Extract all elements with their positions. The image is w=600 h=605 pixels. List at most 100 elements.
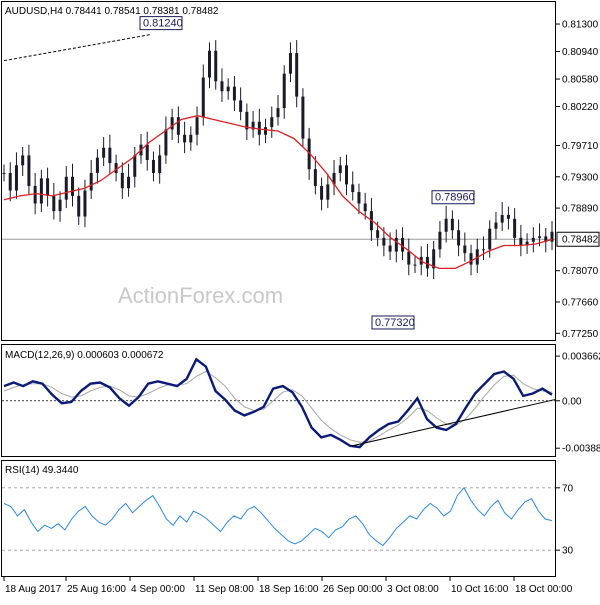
- price-annotation-label: 0.77320: [375, 317, 415, 329]
- macd-tick-label: 0.003662: [562, 352, 600, 363]
- candle-body: [71, 176, 74, 196]
- candle-body: [189, 134, 193, 143]
- candle-body: [282, 73, 286, 109]
- candle-body: [345, 165, 348, 185]
- macd-tick-label: -0.003887: [562, 444, 600, 455]
- price-tick-label: 0.81300: [562, 20, 599, 31]
- candle-body: [114, 163, 118, 173]
- candle-body: [176, 117, 180, 135]
- candle-body: [208, 50, 211, 78]
- candle-body: [58, 199, 62, 212]
- macd-layer: [2, 357, 556, 449]
- candle-body: [295, 53, 299, 97]
- candle-body: [276, 108, 280, 118]
- candle-body: [413, 264, 417, 266]
- candle-body: [494, 222, 498, 229]
- chart-svg: ActionForex.com AUDUSD,H4 0.78441 0.7854…: [1, 1, 600, 595]
- macd-signal-line: [3, 370, 553, 443]
- candle-body: [232, 86, 236, 101]
- candle-body: [8, 172, 12, 191]
- price-tick-label: 0.79710: [562, 141, 599, 152]
- rsi-tick-label: 30: [562, 546, 574, 557]
- price-tick-label: 0.80580: [562, 75, 599, 86]
- candle-body: [425, 256, 429, 269]
- rsi-panel-frame: [1, 460, 556, 577]
- candle-body: [531, 237, 535, 242]
- candle-body: [519, 237, 523, 246]
- candle-body: [201, 77, 205, 118]
- candle-body: [133, 155, 137, 177]
- candle-body: [270, 117, 274, 128]
- candle-body: [226, 86, 230, 92]
- candle-body: [27, 155, 31, 186]
- candle-body: [438, 231, 442, 250]
- rsi-label: RSI(14) 49.3440: [5, 465, 79, 476]
- candle-body: [320, 185, 324, 200]
- candle-body: [64, 176, 68, 200]
- candle-body: [457, 230, 461, 246]
- x-tick-label: 11 Sep 08:00: [195, 584, 254, 595]
- x-tick-label: 25 Aug 16:00: [67, 584, 126, 595]
- candle-body: [151, 159, 155, 173]
- candle-body: [469, 253, 473, 265]
- candle-body: [482, 249, 485, 251]
- candle-body: [500, 214, 504, 223]
- x-tick-label: 18 Oct 00:00: [515, 584, 573, 595]
- price-tick-label: 0.78890: [562, 204, 599, 215]
- candle-body: [239, 100, 243, 112]
- candle-body: [77, 195, 81, 217]
- candle-body: [120, 172, 124, 189]
- candle-body: [21, 155, 25, 166]
- candle-body: [108, 147, 112, 164]
- candle-body: [220, 81, 224, 92]
- price-tick-label: 0.78070: [562, 266, 599, 277]
- watermark: ActionForex.com: [118, 283, 283, 308]
- candle-body: [506, 214, 510, 219]
- candle-body: [288, 53, 292, 74]
- candle-body: [46, 178, 50, 196]
- candle-body: [52, 195, 56, 212]
- candle-body: [407, 251, 411, 265]
- candle-body: [145, 144, 149, 160]
- candle-body: [301, 96, 305, 139]
- x-tick-label: 26 Sep 00:00: [323, 584, 383, 595]
- x-tick-label: 10 Oct 16:00: [451, 584, 509, 595]
- candle-body: [195, 117, 199, 135]
- price-tick-label: 0.79300: [562, 172, 599, 183]
- x-tick-label: 18 Sep 16:00: [259, 584, 319, 595]
- candle-body: [313, 169, 317, 186]
- candle-body: [127, 176, 131, 189]
- candle-body: [89, 172, 93, 191]
- price-annotation-label: 0.81240: [143, 18, 183, 30]
- candle-body: [357, 192, 361, 204]
- chart-root: ActionForex.com AUDUSD,H4 0.78441 0.7854…: [0, 0, 600, 600]
- candle-body: [264, 127, 268, 135]
- candle-body: [488, 228, 492, 250]
- price-tick-label: 0.80940: [562, 47, 599, 58]
- price-annotation-label: 0.78960: [435, 192, 475, 204]
- candle-body: [2, 172, 6, 174]
- price-tick-label: 0.78482: [562, 235, 599, 246]
- candle-body: [376, 230, 380, 238]
- price-tick-label: 0.80220: [562, 102, 599, 113]
- candle-body: [158, 155, 162, 173]
- candle-body: [382, 237, 386, 246]
- x-tick-label: 4 Sep 00:00: [131, 584, 185, 595]
- macd-trendline: [351, 399, 556, 447]
- resistance-trendline: [3, 34, 151, 62]
- symbol-header: AUDUSD,H4 0.78441 0.78541 0.78381 0.7848…: [5, 6, 219, 17]
- price-tick-label: 0.77250: [562, 329, 599, 340]
- candle-body: [33, 185, 37, 204]
- x-tick-label: 18 Aug 2017: [5, 584, 62, 595]
- candle-body: [538, 236, 542, 238]
- rsi-tick-label: 70: [562, 483, 574, 494]
- candle-body: [338, 165, 342, 173]
- candle-body: [351, 184, 355, 193]
- candle-body: [513, 218, 517, 238]
- candle-body: [14, 165, 18, 191]
- x-tick-label: 3 Oct 08:00: [387, 584, 439, 595]
- macd-label: MACD(12,26,9) 0.000603 0.000672: [5, 350, 164, 361]
- rsi-line: [3, 486, 553, 547]
- rsi-layer: [2, 486, 555, 551]
- candle-body: [214, 50, 218, 82]
